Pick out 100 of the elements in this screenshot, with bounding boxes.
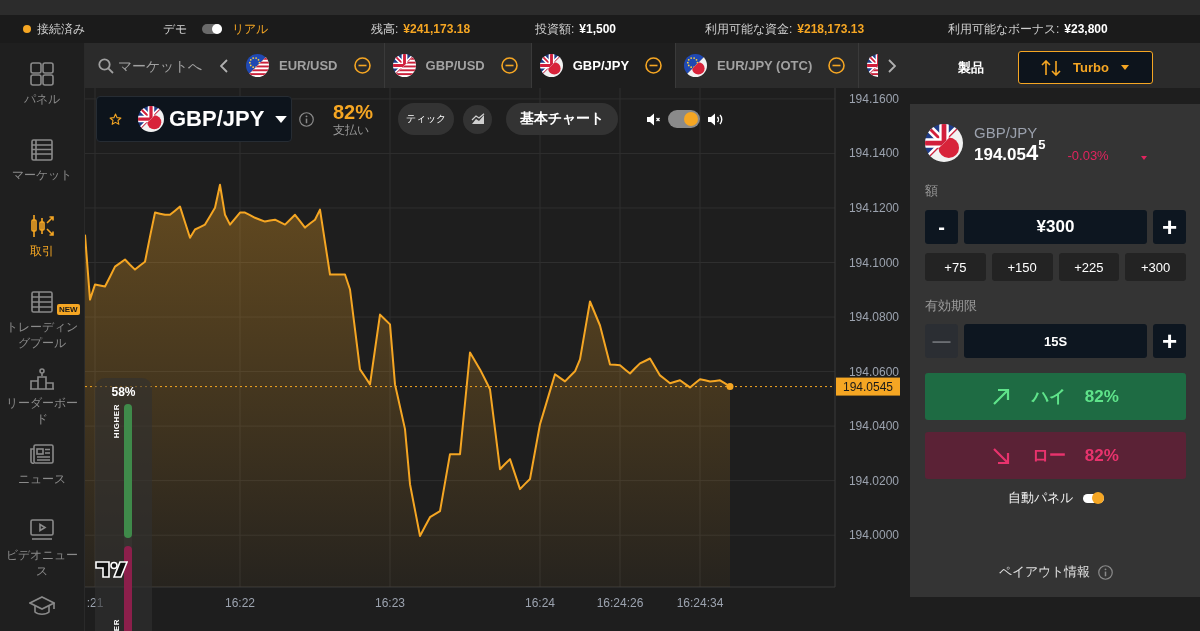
minus-circle-icon[interactable] (353, 57, 371, 74)
auto-panel-label: 自動パネル (1007, 489, 1073, 507)
higher-label: HIGHER (112, 404, 121, 439)
play-screen-icon (29, 518, 55, 542)
axis-label: 194.1600 (848, 91, 899, 106)
new-badge: NEW (57, 304, 80, 315)
caret-down-icon (1120, 65, 1129, 70)
up-down-arrows-icon (1041, 59, 1061, 76)
preset-button[interactable]: +300 (1125, 253, 1186, 281)
flag-icon (684, 54, 708, 77)
flag-icon (925, 124, 963, 162)
flag-icon (246, 54, 269, 77)
axis-label: 194.1000 (848, 255, 899, 270)
table-icon (29, 290, 55, 314)
search-icon (98, 57, 114, 74)
list-icon (29, 138, 55, 162)
asset-selector[interactable]: GBP/JPY (96, 96, 292, 142)
axis-label: 194.1400 (848, 146, 899, 161)
minus-circle-icon[interactable] (828, 57, 846, 74)
star-icon[interactable] (109, 112, 122, 126)
speaker-icon[interactable] (707, 111, 725, 127)
minus-circle-icon[interactable] (500, 57, 518, 74)
logo-icon (95, 561, 128, 578)
stat-label: 利用可能な資金: (705, 20, 793, 38)
axis-label: 194.0000 (848, 528, 899, 543)
preset-button[interactable]: +225 (1058, 253, 1120, 281)
minus-circle-icon[interactable] (645, 57, 663, 74)
price-tag: 194.0545 (836, 377, 900, 396)
payout-label: 支払い (333, 123, 369, 137)
axis-label: :21 (86, 596, 104, 610)
product-dropdown[interactable]: Turbo (1018, 51, 1153, 84)
axis-label: 16:24 (525, 596, 555, 610)
preset-button[interactable]: +150 (991, 253, 1053, 281)
expiry-field[interactable]: 15S (964, 324, 1147, 358)
axis-label: 16:24:34 (676, 596, 724, 610)
change-percent: -0.03% (1067, 148, 1109, 163)
product-label: 製品 (958, 58, 984, 77)
stat-label: 利用可能なボーナス: (948, 20, 1060, 38)
chart-type-button[interactable] (463, 104, 493, 134)
graduation-cap-icon (29, 594, 55, 618)
sound-toggle[interactable] (668, 110, 701, 128)
candlestick-icon (29, 214, 55, 238)
field-label: 額 (925, 183, 938, 198)
field-label: 有効期限 (925, 298, 977, 313)
chart-style-button[interactable]: 基本チャート (506, 103, 619, 135)
auto-panel-toggle[interactable] (1082, 493, 1104, 503)
mute-icon[interactable] (646, 111, 662, 127)
sidebar-item[interactable]: 取引 (0, 214, 84, 290)
sidebar-item[interactable]: マーケット (0, 138, 84, 214)
podium-icon (29, 366, 55, 390)
stat-value: ¥1,500 (579, 22, 617, 36)
flag-icon (392, 54, 416, 77)
payout-info-link[interactable]: ペイアウト情報 (998, 563, 1090, 581)
axis-label: 194.0200 (848, 473, 899, 488)
stat-label: 残高: (371, 20, 399, 38)
axis-label: 16:24:26 (596, 596, 644, 610)
higher-button[interactable]: ハイ 82% (925, 373, 1186, 420)
preset-button[interactable]: +75 (925, 253, 986, 281)
stat-value: ¥241,173.18 (403, 22, 471, 36)
mode-toggle[interactable] (202, 24, 222, 34)
chevron-right-icon (887, 58, 896, 73)
tick-button[interactable]: ティック (398, 103, 455, 135)
stat-value: ¥23,800 (1064, 22, 1108, 36)
decrease-button[interactable]: - (925, 210, 958, 244)
axis-label: 16:22 (225, 596, 255, 610)
increase-button[interactable]: + (1153, 210, 1186, 244)
lower-label: ER (112, 618, 121, 631)
axis-label: 194.0800 (848, 310, 899, 325)
stat-value: ¥218,173.13 (797, 22, 865, 36)
payout-percent: 82% (333, 101, 374, 123)
arrow-up-right-icon (992, 387, 1011, 406)
price-dot-icon (726, 383, 734, 391)
search-field[interactable]: マーケットへ (118, 57, 204, 74)
increase-button[interactable]: + (1153, 324, 1186, 358)
sidebar-item[interactable]: ビデオニュース (0, 518, 84, 594)
mode-label[interactable]: リアル (232, 20, 268, 38)
grid-icon (29, 62, 55, 86)
market-tab[interactable]: GBP/JPY (531, 43, 677, 88)
connection-status: 接続済み (37, 20, 85, 38)
area-chart-icon (470, 113, 485, 125)
axis-label: 194.0400 (848, 419, 899, 434)
newspaper-icon (29, 442, 55, 466)
flag-icon (539, 54, 563, 77)
caret-down-icon (275, 115, 288, 123)
info-icon[interactable] (299, 111, 314, 127)
info-icon[interactable] (1097, 564, 1113, 580)
sentiment-percent: 58% (111, 385, 136, 399)
sidebar-item[interactable]: ニュース (0, 442, 84, 518)
ref-line-label: 194.0545 (842, 380, 894, 395)
axis-label: 16:23 (375, 596, 405, 610)
axis-label: 194.0600 (848, 364, 899, 379)
amount-field[interactable]: ¥300 (964, 210, 1147, 244)
axis-label: 194.1200 (848, 201, 899, 215)
sidebar-item[interactable]: リーダーボード (0, 366, 84, 442)
stat-label: 投資額: (535, 20, 575, 38)
sidebar-item[interactable]: パネル (0, 62, 84, 138)
mode-label[interactable]: デモ (163, 20, 187, 38)
sidebar-item[interactable]: NEW トレーディングプール (0, 290, 84, 366)
price-text: 194.054$^{5}$ (974, 142, 1046, 166)
flag-icon (138, 106, 164, 132)
